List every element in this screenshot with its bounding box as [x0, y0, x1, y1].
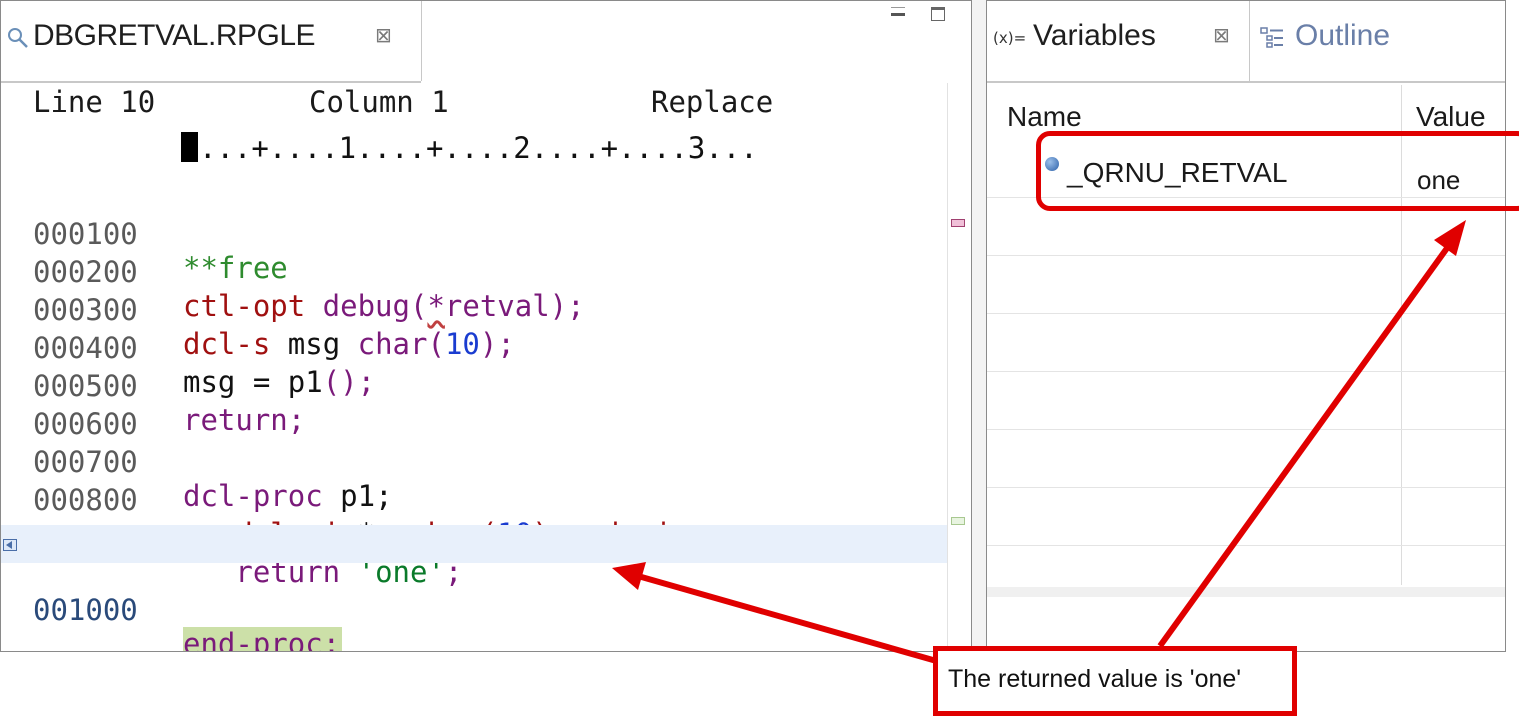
row-line — [987, 255, 1505, 256]
outline-icon — [1260, 27, 1283, 48]
code-area[interactable]: Line 10 Column 1 Replace ...+....1....+.… — [1, 83, 947, 651]
pane-splitter[interactable] — [972, 0, 986, 652]
status-mode: Replace — [651, 85, 774, 119]
column-header-value[interactable]: Value — [1416, 101, 1486, 133]
code-line[interactable]: 000900 return 'one'; — [1, 487, 947, 589]
tab-outline-label: Outline — [1295, 19, 1391, 52]
row-line — [987, 487, 1505, 488]
editor-pane: DBGRETVAL.RPGLE ⊠ Line 10 Column 1 Repla… — [0, 0, 972, 652]
maximize-button[interactable] — [931, 7, 945, 21]
tab-divider — [987, 81, 1505, 83]
row-line — [987, 313, 1505, 314]
column-ruler: ...+....1....+....2....+....3... — [181, 131, 758, 165]
code-line[interactable]: 000100 **free — [1, 183, 947, 285]
status-line-number: Line 10 — [33, 85, 156, 119]
row-line — [987, 429, 1505, 430]
code-line[interactable]: 000400 msg = p1(); — [1, 297, 947, 399]
variables-icon: (x)= — [993, 29, 1027, 47]
row-line — [987, 371, 1505, 372]
callout-text: The returned value is 'one' — [948, 665, 1242, 693]
overview-ruler — [947, 83, 971, 651]
row-line — [987, 545, 1505, 546]
instruction-pointer-icon — [3, 539, 17, 551]
text-cursor — [181, 132, 198, 162]
minimize-button[interactable] — [891, 7, 905, 16]
close-icon[interactable]: ⊠ — [375, 23, 392, 47]
close-icon[interactable]: ⊠ — [1213, 23, 1230, 47]
editor-tab[interactable]: DBGRETVAL.RPGLE ⊠ — [1, 1, 422, 81]
code-line[interactable]: 000600 — [1, 373, 947, 441]
code-line-current[interactable]: 001000 end-proc; — [1, 525, 947, 651]
overview-marker[interactable] — [951, 219, 965, 227]
editor-tab-title: DBGRETVAL.RPGLE — [33, 19, 316, 52]
overview-marker[interactable] — [951, 517, 965, 525]
highlight-box — [1036, 131, 1519, 211]
annotation-callout: The returned value is 'one' — [933, 646, 1297, 716]
tab-variables-label: Variables — [1033, 19, 1156, 52]
line-number: 001000 — [33, 593, 138, 627]
tab-outline[interactable]: Outline — [1251, 1, 1505, 81]
code-line[interactable]: 000700 dcl-proc p1; — [1, 411, 947, 513]
variables-pane: (x)= Variables ⊠ Outline Name Value _QRN… — [986, 0, 1506, 652]
column-header-name[interactable]: Name — [1007, 101, 1082, 133]
horizontal-scrollbar[interactable] — [987, 587, 1505, 597]
search-icon — [8, 28, 28, 48]
code-line[interactable]: 000500 return; — [1, 335, 947, 437]
tab-variables[interactable]: (x)= Variables ⊠ — [987, 1, 1250, 81]
status-column: Column 1 — [309, 85, 449, 119]
code-line[interactable]: 000200 ctl-opt debug(*retval); — [1, 221, 947, 323]
code-line[interactable]: 000300 dcl-s msg char(10); — [1, 259, 947, 361]
code-line[interactable]: 000800 dcl-pi *n char(10) end-pi; — [1, 449, 947, 551]
editor-tab-bar: DBGRETVAL.RPGLE ⊠ — [1, 1, 971, 81]
ruler-text: ...+....1....+....2....+....3... — [199, 131, 758, 165]
line-code: end-proc; — [183, 627, 343, 651]
